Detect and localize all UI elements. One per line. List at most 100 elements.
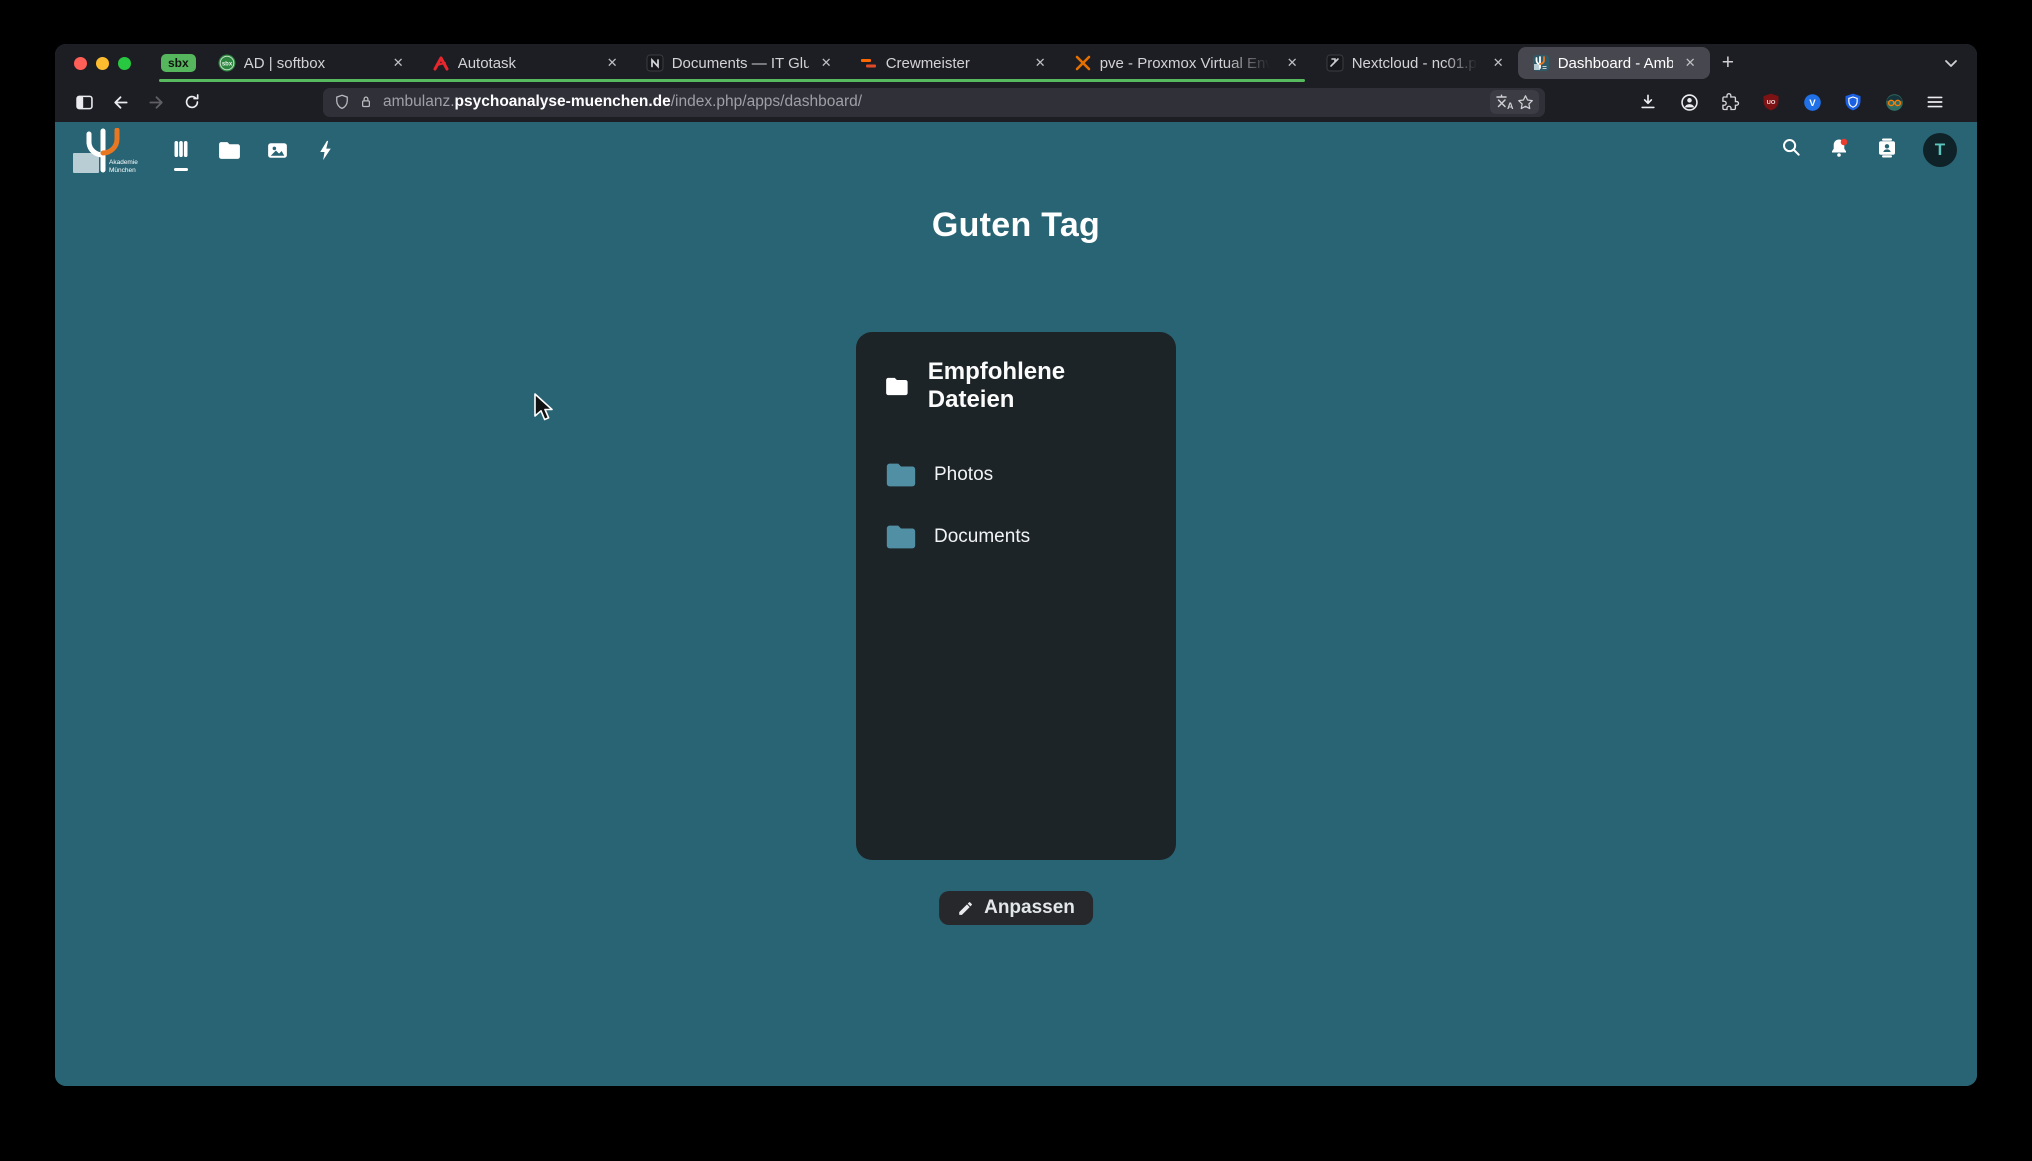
extensions-button[interactable]: [1715, 88, 1745, 116]
list-all-tabs-button[interactable]: [1925, 44, 1977, 82]
minimize-window-button[interactable]: [96, 57, 109, 70]
account-button[interactable]: [1674, 88, 1704, 116]
url-bar[interactable]: ambulanz.psychoanalyse-muenchen.de/index…: [323, 88, 1545, 117]
customize-button[interactable]: Anpassen: [939, 891, 1093, 925]
proxy-extension-button[interactable]: [1879, 88, 1909, 116]
app-navigation: [157, 122, 349, 178]
navigation-toolbar: ambulanz.psychoanalyse-muenchen.de/index…: [55, 82, 1977, 122]
ublock-shield-icon: UO: [1761, 92, 1781, 112]
avatar[interactable]: T: [1923, 133, 1957, 167]
face-glasses-icon: [1884, 92, 1905, 113]
desktop: { "browser": { "container_badge": "sbx",…: [0, 0, 2032, 1161]
close-tab-icon[interactable]: ✕: [1681, 53, 1700, 73]
tab-itglue[interactable]: Documents — IT Glue ✕: [632, 44, 846, 82]
softbox-favicon-icon: sbx: [218, 54, 236, 72]
mouse-cursor: [533, 393, 555, 423]
chevron-down-icon: [1943, 55, 1959, 71]
app-activity-button[interactable]: [301, 122, 349, 178]
app-menu-button[interactable]: [1920, 88, 1950, 116]
urlbar-end-buttons: A: [1490, 90, 1539, 114]
tab-title: Nextcloud - nc01.psychoanalyse: [1352, 55, 1481, 72]
url-domain: psychoanalyse-muenchen.de: [455, 93, 671, 110]
svg-text:UO: UO: [1767, 100, 1776, 106]
download-icon: [1638, 92, 1658, 112]
downloads-button[interactable]: [1633, 88, 1663, 116]
ambulanz-favicon-icon: [1532, 54, 1550, 72]
tab-ad-softbox[interactable]: sbx AD | softbox ✕: [204, 44, 418, 82]
list-item[interactable]: Photos: [884, 458, 1148, 492]
search-button[interactable]: [1780, 136, 1803, 164]
close-window-button[interactable]: [74, 57, 87, 70]
sidebar-toggle-button[interactable]: [69, 88, 99, 116]
list-item[interactable]: Documents: [884, 520, 1148, 554]
tab-title: Autotask: [458, 55, 595, 72]
tab-proxmox[interactable]: pve - Proxmox Virtual Environme ✕: [1060, 44, 1312, 82]
close-tab-icon[interactable]: ✕: [389, 53, 408, 73]
forward-arrow-icon: [146, 92, 167, 113]
bookmark-star-icon[interactable]: [1516, 93, 1535, 112]
svg-text:V: V: [1809, 98, 1816, 109]
bitwarden-button[interactable]: [1838, 88, 1868, 116]
svg-text:A: A: [1507, 101, 1514, 111]
widget-file-list: Photos Documents: [884, 458, 1148, 554]
tab-title: AD | softbox: [244, 55, 381, 72]
container-tab-indicator: [159, 79, 1305, 82]
tab-strip: sbx AD | softbox ✕ Autotask ✕ Documents …: [204, 44, 1746, 82]
akademie-logo[interactable]: Akademie München: [73, 128, 139, 174]
notifications-button[interactable]: [1827, 136, 1851, 165]
vimium-button[interactable]: V: [1797, 88, 1827, 116]
browser-window: sbx sbx AD | softbox ✕ Autotask ✕: [55, 44, 1977, 1086]
tab-autotask[interactable]: Autotask ✕: [418, 44, 632, 82]
widget-title: Empfohlene Dateien: [928, 358, 1148, 414]
nextcloud-header: Akademie München: [55, 122, 1977, 178]
tab-bar: sbx sbx AD | softbox ✕ Autotask ✕: [55, 44, 1977, 82]
back-arrow-icon: [110, 92, 131, 113]
ublock-origin-button[interactable]: UO: [1756, 88, 1786, 116]
search-icon: [1780, 136, 1803, 159]
translate-icon[interactable]: A: [1494, 92, 1514, 112]
file-label: Photos: [934, 464, 993, 486]
hamburger-menu-icon: [1925, 92, 1945, 112]
url-prefix: ambulanz.: [383, 93, 455, 110]
puzzle-icon: [1720, 92, 1740, 112]
nextcloud-favicon-icon: [1326, 54, 1344, 72]
container-badge[interactable]: sbx: [161, 54, 196, 72]
header-right-actions: T: [1780, 122, 1957, 178]
logo-text-line1: Akademie: [109, 159, 138, 166]
tab-dashboard-ambulanz[interactable]: Dashboard - Ambulanz ✕: [1518, 47, 1710, 79]
tab-crewmeister[interactable]: Crewmeister ✕: [846, 44, 1060, 82]
close-tab-icon[interactable]: ✕: [1283, 53, 1302, 73]
close-tab-icon[interactable]: ✕: [603, 53, 622, 73]
close-tab-icon[interactable]: ✕: [817, 53, 836, 73]
autotask-favicon-icon: [432, 54, 450, 72]
files-folder-icon: [217, 138, 242, 163]
app-dashboard-button[interactable]: [157, 122, 205, 178]
tab-nextcloud[interactable]: Nextcloud - nc01.psychoanalyse ✕: [1312, 44, 1518, 82]
proxmox-favicon-icon: [1074, 54, 1092, 72]
bell-icon: [1827, 136, 1851, 160]
contacts-icon: [1875, 136, 1899, 160]
activity-lightning-icon: [314, 139, 337, 162]
app-files-button[interactable]: [205, 122, 253, 178]
contacts-button[interactable]: [1875, 136, 1899, 165]
logo-text-line2: München: [109, 167, 136, 174]
svg-text:sbx: sbx: [222, 62, 233, 68]
new-tab-button[interactable]: +: [1710, 44, 1746, 82]
tab-title: Dashboard - Ambulanz: [1558, 55, 1673, 72]
folder-icon: [884, 520, 918, 554]
lock-icon: [357, 93, 375, 111]
customize-label: Anpassen: [984, 897, 1075, 919]
forward-button[interactable]: [141, 88, 171, 116]
zoom-window-button[interactable]: [118, 57, 131, 70]
close-tab-icon[interactable]: ✕: [1031, 53, 1050, 73]
crewmeister-favicon-icon: [860, 54, 878, 72]
tab-title: Documents — IT Glue: [672, 55, 809, 72]
back-button[interactable]: [105, 88, 135, 116]
reload-button[interactable]: [177, 88, 207, 116]
folder-icon: [884, 373, 910, 400]
app-photos-button[interactable]: [253, 122, 301, 178]
photos-icon: [265, 138, 290, 163]
close-tab-icon[interactable]: ✕: [1489, 53, 1508, 73]
active-app-indicator: [174, 168, 188, 171]
pencil-icon: [957, 900, 974, 917]
